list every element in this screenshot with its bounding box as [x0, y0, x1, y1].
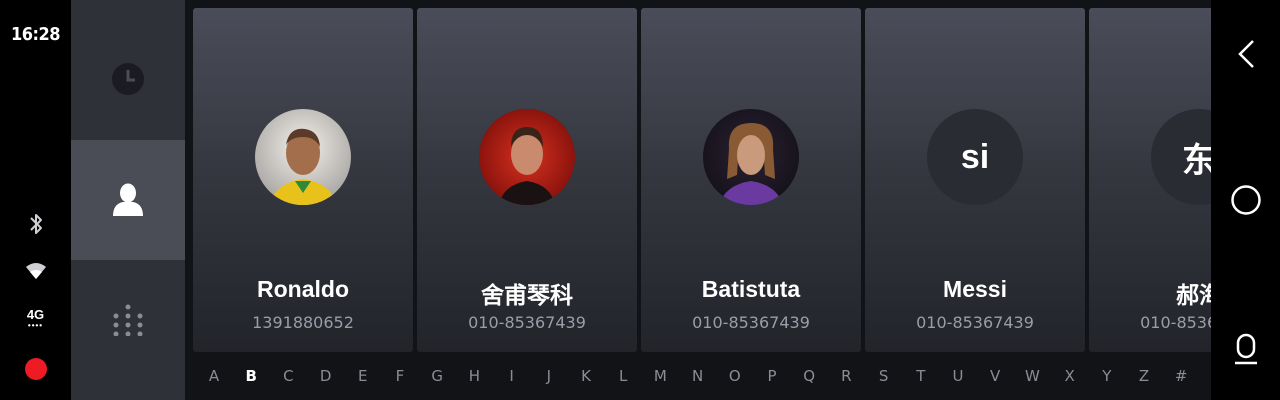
clock-icon [112, 63, 144, 95]
alphabet-letter[interactable]: P [762, 367, 782, 385]
contact-phone: 010-85367439 [468, 313, 586, 332]
contact-name: Batistuta [701, 276, 801, 302]
home-button[interactable] [1211, 184, 1280, 216]
nav-recent-calls[interactable] [71, 19, 185, 139]
clock-time: 16:28 [10, 24, 61, 45]
alphabet-letter[interactable]: Z [1134, 367, 1154, 385]
home-icon [1230, 185, 1261, 215]
avatar-initials: si [960, 137, 990, 176]
contact-card[interactable]: 舍甫琴科 010-85367439 [417, 8, 637, 352]
status-bar: 16:28 4G •••• [0, 0, 71, 400]
avatar: 东 [1151, 109, 1211, 205]
signal-dots: •••• [27, 321, 44, 330]
contact-phone: 010-85367439 [916, 313, 1034, 332]
person-icon [113, 183, 143, 216]
back-button[interactable] [1211, 38, 1280, 70]
contact-card[interactable]: 东 郝海 010-85367439 [1089, 8, 1211, 352]
avatar [703, 109, 799, 205]
contact-phone: 010-85367439 [1140, 313, 1211, 332]
alphabet-letter[interactable]: L [613, 367, 633, 385]
alphabet-letter[interactable]: T [911, 367, 931, 385]
alphabet-letter[interactable]: # [1171, 367, 1191, 385]
avatar [255, 109, 351, 205]
contact-name: 舍甫琴科 [481, 282, 573, 308]
alphabet-letter[interactable]: M [650, 367, 670, 385]
alphabet-letter[interactable]: K [576, 367, 596, 385]
contact-card[interactable]: Ronaldo 1391880652 [193, 8, 413, 352]
alphabet-letter[interactable]: E [353, 367, 373, 385]
back-icon [1237, 40, 1254, 68]
alphabet-letter[interactable]: U [948, 367, 968, 385]
alphabet-letter[interactable]: Y [1097, 367, 1117, 385]
alphabet-letter[interactable]: C [278, 367, 298, 385]
bluetooth-icon [0, 212, 71, 236]
alphabet-letter[interactable]: F [390, 367, 410, 385]
alphabet-letter[interactable]: R [836, 367, 856, 385]
alphabet-letter[interactable]: J [539, 367, 559, 385]
alphabet-letter[interactable]: I [502, 367, 522, 385]
contact-name: 郝海 [1176, 282, 1211, 308]
alphabet-index: A B C D E F G H I J K L M N O P Q R S T U V W X Y Z # [185, 352, 1211, 400]
nav-dialpad[interactable] [71, 260, 185, 380]
avatar-initials: 东 [1182, 141, 1211, 180]
alphabet-letter[interactable]: S [874, 367, 894, 385]
alphabet-letter[interactable]: B [241, 367, 261, 385]
contact-name: Ronaldo [257, 276, 349, 302]
alphabet-letter[interactable]: V [985, 367, 1005, 385]
alphabet-letter[interactable]: D [316, 367, 336, 385]
recents-button[interactable] [1211, 332, 1280, 366]
contact-phone: 010-85367439 [692, 313, 810, 332]
avatar [479, 109, 575, 205]
alphabet-letter[interactable]: G [427, 367, 447, 385]
contacts-main: Ronaldo 1391880652 舍甫琴科 010-85367439 Bat… [185, 0, 1211, 400]
recents-icon [1234, 333, 1257, 365]
nav-panel [71, 0, 185, 400]
network-indicator: 4G •••• [0, 308, 71, 330]
system-nav [1211, 0, 1280, 400]
contact-card[interactable]: si Messi 010-85367439 [865, 8, 1085, 352]
dialpad-icon [113, 304, 143, 336]
contact-card[interactable]: Batistuta 010-85367439 [641, 8, 861, 352]
nav-contacts[interactable] [71, 140, 185, 260]
alphabet-letter[interactable]: X [1060, 367, 1080, 385]
contact-phone: 1391880652 [252, 313, 354, 332]
alphabet-letter[interactable]: Q [799, 367, 819, 385]
alphabet-letter[interactable]: A [204, 367, 224, 385]
record-indicator[interactable] [0, 358, 71, 380]
contact-name: Messi [943, 276, 1007, 302]
network-label: 4G [26, 307, 45, 322]
record-icon [24, 358, 47, 380]
alphabet-letter[interactable]: H [464, 367, 484, 385]
alphabet-letter[interactable]: W [1022, 367, 1042, 385]
avatar: si [927, 109, 1023, 205]
alphabet-letter[interactable]: O [725, 367, 745, 385]
contact-cards: Ronaldo 1391880652 舍甫琴科 010-85367439 Bat… [193, 8, 1211, 352]
alphabet-letter[interactable]: N [688, 367, 708, 385]
wifi-icon [0, 262, 71, 280]
